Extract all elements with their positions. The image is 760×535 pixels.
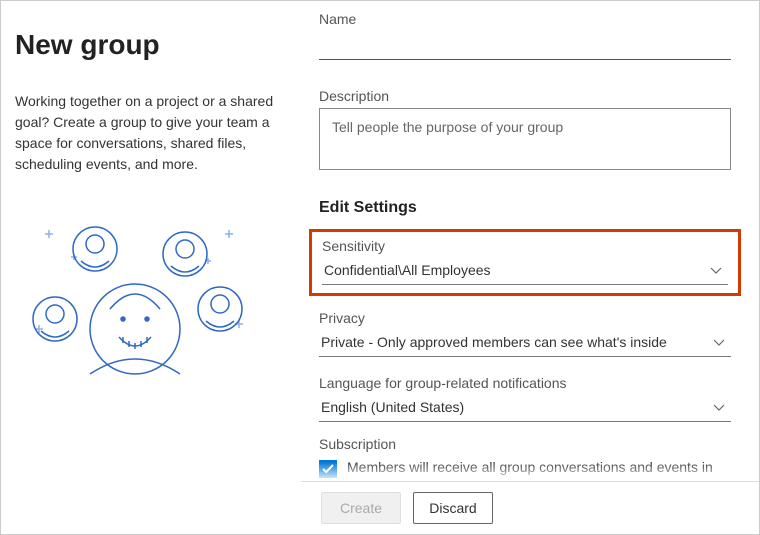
people-illustration [15,199,265,399]
sensitivity-select[interactable] [322,258,728,285]
sensitivity-highlight: Sensitivity [309,229,741,296]
subscription-checkbox[interactable] [319,460,337,478]
intro-description: Working together on a project or a share… [15,91,277,175]
check-icon [322,464,334,474]
privacy-label: Privacy [319,310,731,326]
sensitivity-label: Sensitivity [322,238,728,254]
intro-panel: New group Working together on a project … [1,1,301,534]
description-input[interactable] [319,108,731,170]
footer-bar: Create Discard [301,481,759,534]
language-select[interactable] [319,395,731,422]
name-input[interactable] [319,31,731,60]
language-label: Language for group-related notifications [319,375,731,391]
form-panel: Name Description Edit Settings Sensitivi… [301,1,759,534]
description-label: Description [319,88,731,104]
name-label: Name [319,11,731,27]
subscription-label: Subscription [319,436,731,452]
discard-button[interactable]: Discard [413,492,493,524]
page-title: New group [15,29,277,61]
privacy-select[interactable] [319,330,731,357]
edit-settings-heading: Edit Settings [319,199,731,217]
create-button[interactable]: Create [321,492,401,524]
